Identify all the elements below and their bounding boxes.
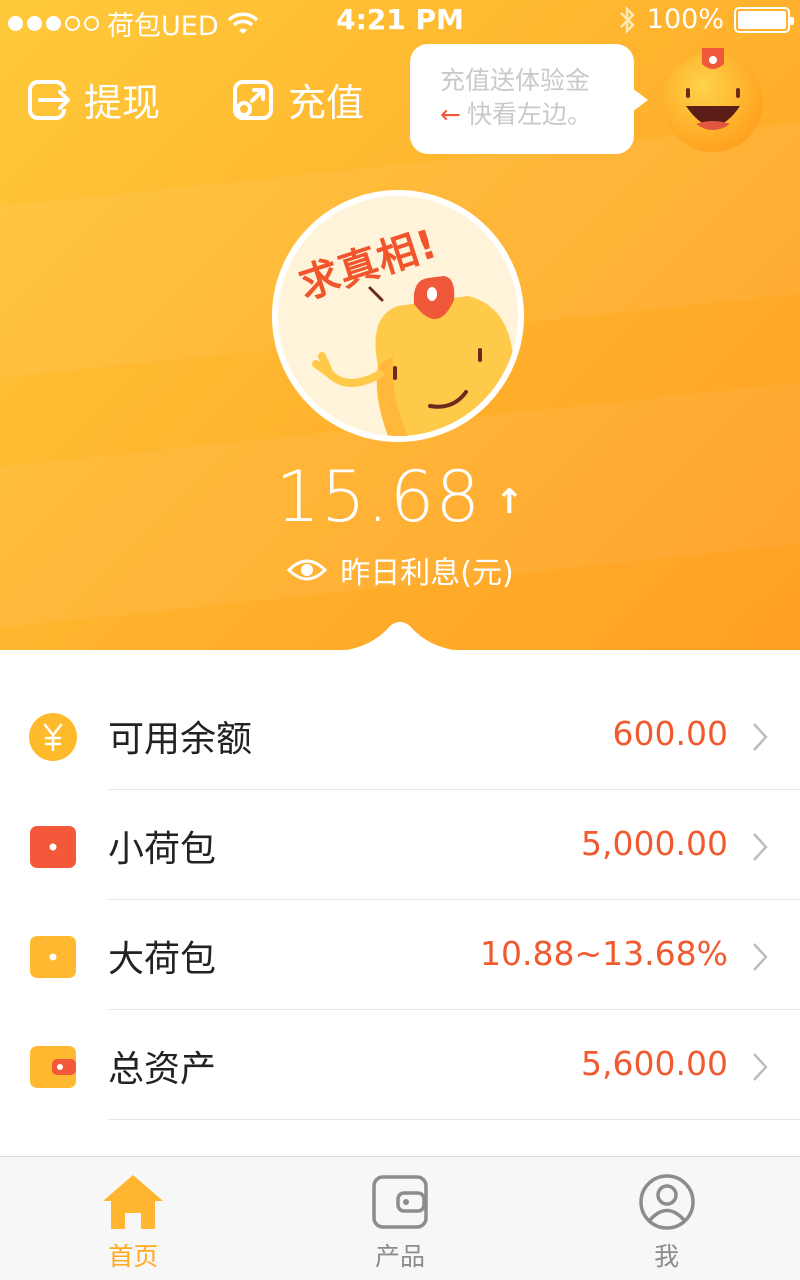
status-right: 100% <box>617 4 794 35</box>
promo-line-1: 充值送体验金 <box>440 66 591 95</box>
purse-icon <box>30 1046 76 1088</box>
big-wallet-icon <box>30 936 76 978</box>
recharge-label: 充值 <box>288 81 365 125</box>
yuan-coin-icon <box>29 713 77 761</box>
battery-percent: 100% <box>646 4 724 35</box>
wallet-home-screen: 荷包UED 4:21 PM 100% 提现 充值 充值送体验金 ← 快看左边。 … <box>0 0 800 1280</box>
small-wallet-icon <box>30 826 76 868</box>
promo-bubble[interactable]: 充值送体验金 ← 快看左边。 <box>410 44 648 154</box>
tab-bar: 首页 产品 我 <box>0 1156 800 1280</box>
trend-up-icon: ↑ <box>494 482 525 522</box>
list-item-available-balance[interactable]: 可用余额 600.00 <box>0 680 800 790</box>
list-item-value: 10.88~13.68% <box>480 934 728 973</box>
tab-label: 首页 <box>108 1242 159 1271</box>
withdraw-button[interactable]: 提现 <box>26 72 160 127</box>
mascot-avatar[interactable]: 求真相! <box>272 190 524 442</box>
withdraw-icon <box>28 79 70 120</box>
promo-line-2: 快看左边。 <box>466 100 592 129</box>
interest-label: 昨日利息(元) <box>340 556 514 591</box>
tab-label: 产品 <box>375 1242 426 1271</box>
list-item-total-assets[interactable]: 总资产 5,600.00 <box>0 1010 800 1120</box>
left-arrow-icon: ← <box>440 100 461 129</box>
tab-home[interactable]: 首页 <box>0 1157 267 1280</box>
home-icon <box>103 1175 164 1229</box>
list-item-small-wallet[interactable]: 小荷包 5,000.00 <box>0 790 800 900</box>
tab-me[interactable]: 我 <box>533 1157 800 1280</box>
divider <box>108 1119 800 1120</box>
interest-label-toggle[interactable]: 昨日利息(元) <box>0 548 800 592</box>
asset-list: 可用余额 600.00 小荷包 5,000.00 大荷包 10.88~13.68… <box>0 680 800 1120</box>
recharge-button[interactable]: 充值 <box>230 72 364 127</box>
wallet-icon <box>372 1175 428 1229</box>
tab-label: 我 <box>654 1242 680 1271</box>
list-item-label: 可用余额 <box>108 719 253 760</box>
status-bar: 荷包UED 4:21 PM 100% <box>0 0 800 42</box>
header-notch <box>346 622 454 650</box>
bluetooth-icon <box>619 5 635 34</box>
chevron-right-icon <box>753 833 768 861</box>
list-item-value: 5,000.00 <box>581 824 728 863</box>
list-item-value: 5,600.00 <box>581 1044 728 1083</box>
chevron-right-icon <box>753 1053 768 1081</box>
list-item-big-wallet[interactable]: 大荷包 10.88~13.68% <box>0 900 800 1010</box>
list-item-label: 小荷包 <box>108 829 217 870</box>
list-item-label: 总资产 <box>108 1049 217 1090</box>
top-actions: 提现 充值 <box>26 72 364 127</box>
tab-products[interactable]: 产品 <box>267 1157 534 1280</box>
header-panel: 荷包UED 4:21 PM 100% 提现 充值 充值送体验金 ← 快看左边。 … <box>0 0 800 650</box>
yesterday-interest-amount: 15.68 ↑ <box>0 456 800 538</box>
user-icon <box>638 1174 695 1230</box>
list-item-value: 600.00 <box>612 714 728 753</box>
promo-line-2-row: ← 快看左边。 <box>440 98 634 132</box>
battery-icon <box>734 6 794 33</box>
chevron-right-icon <box>753 723 768 751</box>
chevron-right-icon <box>753 943 768 971</box>
interest-value-text: 15.68 <box>275 456 481 538</box>
list-item-label: 大荷包 <box>108 939 217 980</box>
withdraw-label: 提现 <box>84 81 161 125</box>
recharge-icon <box>233 79 274 120</box>
eye-icon <box>287 559 328 581</box>
mascot-icon[interactable] <box>658 44 768 154</box>
